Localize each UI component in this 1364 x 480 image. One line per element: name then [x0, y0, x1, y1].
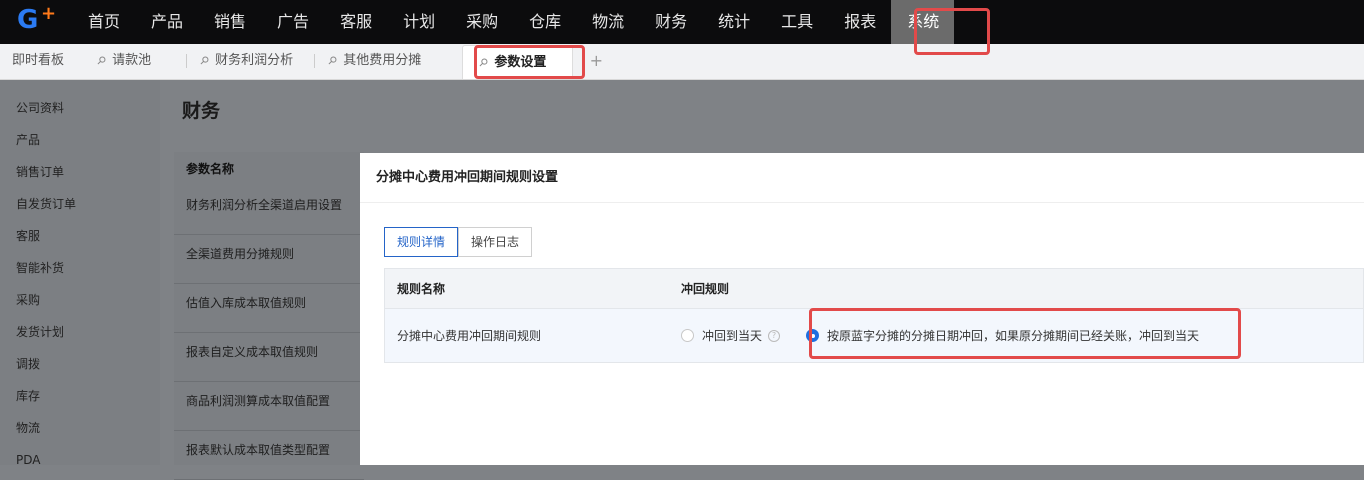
reversal-rule-cell: 冲回到当天 ? 按原蓝字分摊的分摊日期冲回，如果原分摊期间已经关账，冲回到当天: [681, 327, 1363, 344]
menu-item-logistics[interactable]: 物流: [576, 0, 639, 44]
parameter-list-panel: 参数名称 财务利润分析全渠道启用设置 全渠道费用分摊规则 估值入库成本取值规则 …: [174, 152, 364, 480]
sidebar-item-smart-replenish[interactable]: 智能补货: [0, 252, 160, 284]
sidebar-item-self-ship-orders[interactable]: 自发货订单: [0, 188, 160, 220]
table-header-row: 规则名称 冲回规则: [385, 269, 1363, 309]
tab-other-cost-allocation[interactable]: ⚲ 其他费用分摊: [316, 43, 442, 79]
rule-table: 规则名称 冲回规则 分摊中心费用冲回期间规则 冲回到当天 ? 按原蓝字分摊的分摊…: [384, 268, 1364, 363]
tab-label: 参数设置: [494, 54, 547, 70]
tab-dashboard[interactable]: 即时看板: [0, 43, 85, 79]
main-menu: 首页 产品 销售 广告 客服 计划 采购 仓库 物流 财务 统计 工具 报表 系…: [72, 0, 955, 44]
page-tab-bar: 即时看板 ⚲ 请款池 ⚲ 财务利润分析 ⚲ 其他费用分摊 ⚲ 参数设置 +: [0, 44, 1364, 80]
menu-item-finance[interactable]: 财务: [639, 0, 702, 44]
subtab-operation-log[interactable]: 操作日志: [458, 227, 533, 257]
sidebar-item-logistics[interactable]: 物流: [0, 412, 160, 444]
sidebar-item-product[interactable]: 产品: [0, 124, 160, 156]
column-header-reversal-rule: 冲回规则: [681, 282, 730, 296]
parameter-row[interactable]: 报表默认成本取值类型配置: [174, 431, 364, 480]
drawer-title: 分摊中心费用冲回期间规则设置: [360, 153, 1364, 203]
menu-item-statistics[interactable]: 统计: [702, 0, 765, 44]
menu-item-purchase[interactable]: 采购: [450, 0, 513, 44]
radio-option-original-date[interactable]: 按原蓝字分摊的分摊日期冲回，如果原分摊期间已经关账，冲回到当天: [806, 327, 1199, 344]
tab-label: 其他费用分摊: [343, 53, 422, 68]
radio-label: 按原蓝字分摊的分摊日期冲回，如果原分摊期间已经关账，冲回到当天: [827, 329, 1200, 343]
sidebar-item-inventory[interactable]: 库存: [0, 380, 160, 412]
parameter-row[interactable]: 财务利润分析全渠道启用设置: [174, 186, 364, 235]
logo-plus: +: [41, 3, 57, 24]
menu-item-reports[interactable]: 报表: [828, 0, 891, 44]
rule-settings-drawer: 分摊中心费用冲回期间规则设置 规则详情 操作日志 规则名称 冲回规则 分摊中心费…: [360, 153, 1364, 465]
menu-item-product[interactable]: 产品: [135, 0, 198, 44]
column-header-rule-name: 规则名称: [397, 282, 446, 296]
tab-divider: [186, 54, 188, 68]
drawer-subtabs: 规则详情 操作日志: [384, 227, 533, 257]
menu-item-tools[interactable]: 工具: [765, 0, 828, 44]
tab-label: 即时看板: [12, 53, 65, 68]
menu-item-home[interactable]: 首页: [72, 0, 135, 44]
sidebar-item-pda[interactable]: PDA: [0, 444, 160, 476]
top-navigation-bar: G + 首页 产品 销售 广告 客服 计划 采购 仓库 物流 财务 统计 工具 …: [0, 0, 1364, 44]
subtab-rule-details[interactable]: 规则详情: [384, 227, 459, 257]
radio-button-checked[interactable]: [806, 329, 820, 342]
sidebar-item-company-info[interactable]: 公司资料: [0, 92, 160, 124]
parameter-row[interactable]: 估值入库成本取值规则: [174, 284, 364, 333]
menu-item-service[interactable]: 客服: [324, 0, 387, 44]
sidebar: 公司资料 产品 销售订单 自发货订单 客服 智能补货 采购 发货计划 调拨 库存…: [0, 80, 160, 467]
page-header: [160, 80, 1364, 135]
menu-item-system[interactable]: 系统: [891, 0, 955, 44]
tab-finance-profit-analysis[interactable]: ⚲ 财务利润分析: [188, 43, 316, 79]
sidebar-item-transfer[interactable]: 调拨: [0, 348, 160, 380]
rule-name-cell: 分摊中心费用冲回期间规则: [397, 329, 542, 343]
tab-divider: [314, 54, 316, 68]
menu-item-warehouse[interactable]: 仓库: [513, 0, 576, 44]
parameter-row[interactable]: 商品利润测算成本取值配置: [174, 382, 364, 431]
menu-item-plan[interactable]: 计划: [387, 0, 450, 44]
table-row: 分摊中心费用冲回期间规则 冲回到当天 ? 按原蓝字分摊的分摊日期冲回，如果原分摊…: [385, 309, 1363, 362]
radio-label: 冲回到当天: [702, 329, 763, 343]
add-tab-button[interactable]: +: [573, 43, 619, 79]
parameter-list-header: 参数名称: [186, 162, 235, 176]
tab-label: 请款池: [112, 53, 152, 68]
parameter-row[interactable]: 报表自定义成本取值规则: [174, 333, 364, 382]
radio-button[interactable]: [681, 329, 694, 342]
sidebar-item-sales-orders[interactable]: 销售订单: [0, 156, 160, 188]
help-icon[interactable]: ?: [768, 329, 781, 342]
app-logo[interactable]: G +: [0, 0, 72, 44]
tab-label: 财务利润分析: [215, 53, 294, 68]
sidebar-item-purchase[interactable]: 采购: [0, 284, 160, 316]
tab-payment-pool[interactable]: ⚲ 请款池: [85, 43, 188, 79]
parameter-row[interactable]: 全渠道费用分摊规则: [174, 235, 364, 284]
sidebar-item-customer-service[interactable]: 客服: [0, 220, 160, 252]
page-title: 财务: [182, 100, 221, 122]
radio-option-same-day[interactable]: 冲回到当天 ?: [681, 327, 781, 344]
tab-parameter-settings[interactable]: ⚲ 参数设置: [462, 45, 574, 79]
menu-item-sales[interactable]: 销售: [198, 0, 261, 44]
sidebar-item-shipping-plan[interactable]: 发货计划: [0, 316, 160, 348]
menu-item-ads[interactable]: 广告: [261, 0, 324, 44]
